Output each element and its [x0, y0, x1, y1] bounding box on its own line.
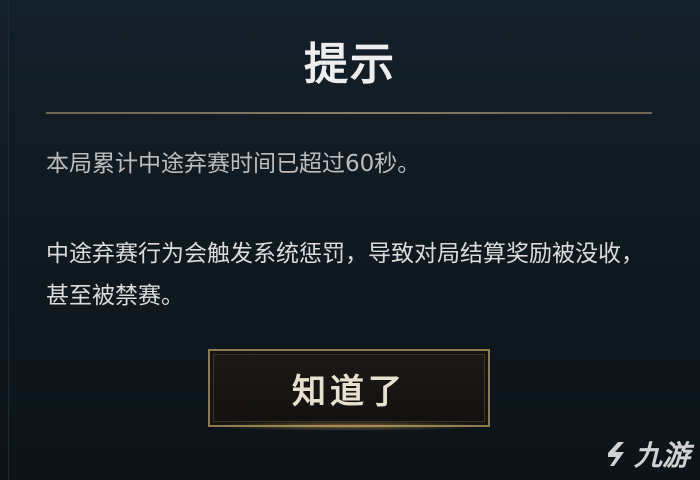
dialog-message-timeout: 本局累计中途弃赛时间已超过60秒。 [46, 151, 421, 177]
watermark-text: 九游 [633, 439, 690, 472]
confirm-button[interactable]: 知道了 [208, 349, 490, 431]
watermark: 九游 [602, 434, 690, 474]
title-divider [46, 112, 652, 114]
alert-dialog: 提示 本局累计中途弃赛时间已超过60秒。 中途弃赛行为会触发系统惩罚，导致对局结… [0, 0, 700, 480]
dialog-message-penalty: 中途弃赛行为会触发系统惩罚，导致对局结算奖励被没收，甚至被禁赛。 [46, 241, 644, 309]
logo-icon [602, 439, 632, 469]
dialog-title: 提示 [304, 39, 396, 90]
button-glow [210, 421, 488, 431]
confirm-button-label: 知道了 [292, 371, 406, 412]
